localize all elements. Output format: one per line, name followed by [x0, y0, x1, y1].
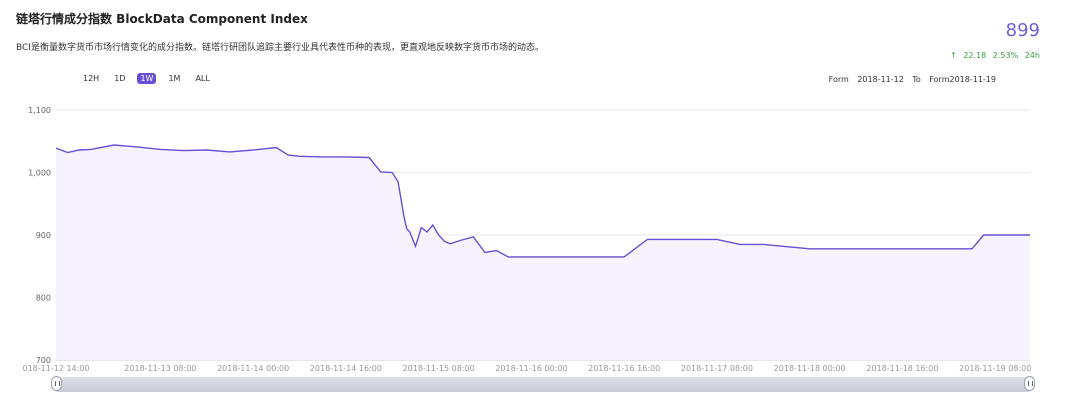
x-tick-label: 2018-11-18 16:00	[866, 364, 938, 373]
x-tick-label: 2018-11-15 08:00	[403, 364, 475, 373]
x-tick-label: 2018-11-16 00:00	[495, 364, 567, 373]
x-tick-label: 2018-11-13 08:00	[124, 364, 196, 373]
x-axis: 018-11-12 14:00 2018-11-13 08:00 2018-11-1…	[23, 364, 1032, 373]
x-tick-label: 2018-11-19 08:00	[959, 364, 1031, 373]
y-tick-label: 800	[36, 294, 51, 303]
y-axis: 7008009001,0001,100	[28, 106, 51, 365]
x-tick-label: 2018-11-14 16:00	[310, 364, 382, 373]
x-tick-label: 018-11-12 14:00	[23, 364, 90, 373]
navigator-left-handle[interactable]	[51, 376, 62, 391]
x-tick-label: 2018-11-16 16:00	[588, 364, 660, 373]
navigator-right-handle[interactable]	[1024, 376, 1035, 391]
x-tick-label: 2018-11-18 00:00	[774, 364, 846, 373]
x-tick-label: 2018-11-17 08:00	[681, 364, 753, 373]
series-area	[56, 145, 1030, 360]
y-tick-label: 1,000	[28, 169, 51, 178]
y-tick-label: 900	[36, 231, 51, 240]
x-tick-label: 2018-11-14 00:00	[217, 364, 289, 373]
navigator-scrollbar[interactable]	[56, 377, 1030, 392]
y-tick-label: 1,100	[28, 106, 51, 115]
price-chart[interactable]: 7008009001,0001,100 018-11-12 14:00 2018-…	[0, 0, 1080, 403]
